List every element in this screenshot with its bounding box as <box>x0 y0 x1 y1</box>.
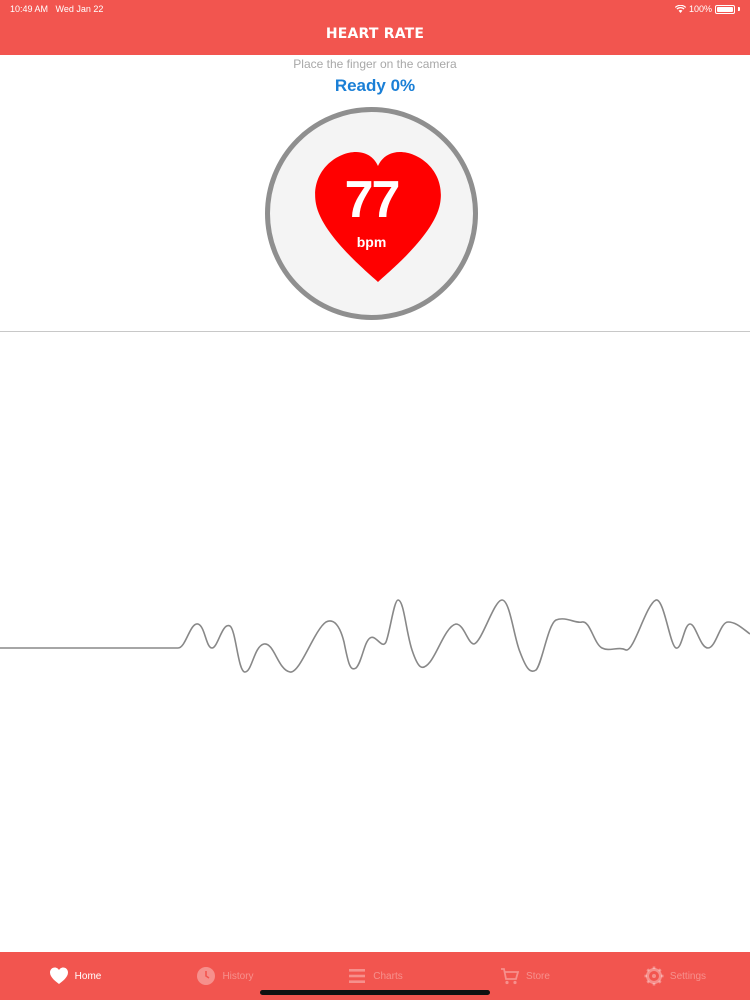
heart-rate-gauge[interactable]: 77 bpm <box>265 107 478 320</box>
tab-label: Store <box>526 970 550 982</box>
list-icon <box>349 969 366 983</box>
tab-label: History <box>222 970 254 982</box>
tab-label: Settings <box>669 970 707 982</box>
pulse-waveform-line <box>0 599 750 673</box>
status-date: Wed Jan 22 <box>55 4 104 14</box>
tab-label: Charts <box>373 970 403 982</box>
wifi-icon <box>674 5 686 13</box>
tab-settings[interactable]: Settings <box>600 952 750 1000</box>
home-indicator[interactable] <box>260 990 490 995</box>
battery-icon <box>715 4 735 14</box>
measure-status: Ready 0% <box>334 76 416 95</box>
page-title: HEART RATE <box>325 26 425 42</box>
tab-label: Home <box>74 970 102 982</box>
history-icon <box>197 967 216 985</box>
top-bar: 10:49 AM Wed Jan 22 100% HEART RATE <box>0 0 750 55</box>
status-time: 10:49 AM <box>10 4 49 14</box>
bpm-unit: bpm <box>356 234 387 250</box>
tab-home[interactable]: Home <box>0 952 150 1000</box>
battery-percent: 100% <box>688 4 712 14</box>
status-bar-right: 100% <box>674 4 740 14</box>
battery-tip <box>738 7 740 11</box>
bpm-value: 77 <box>344 171 401 229</box>
status-bar-time: 10:49 AM Wed Jan 22 <box>10 4 103 14</box>
instruction-text: Place the finger on the camera <box>293 57 457 71</box>
pulse-waveform <box>0 599 750 673</box>
heart-icon <box>49 967 68 984</box>
gear-icon <box>644 966 664 986</box>
cart-icon <box>501 968 520 985</box>
